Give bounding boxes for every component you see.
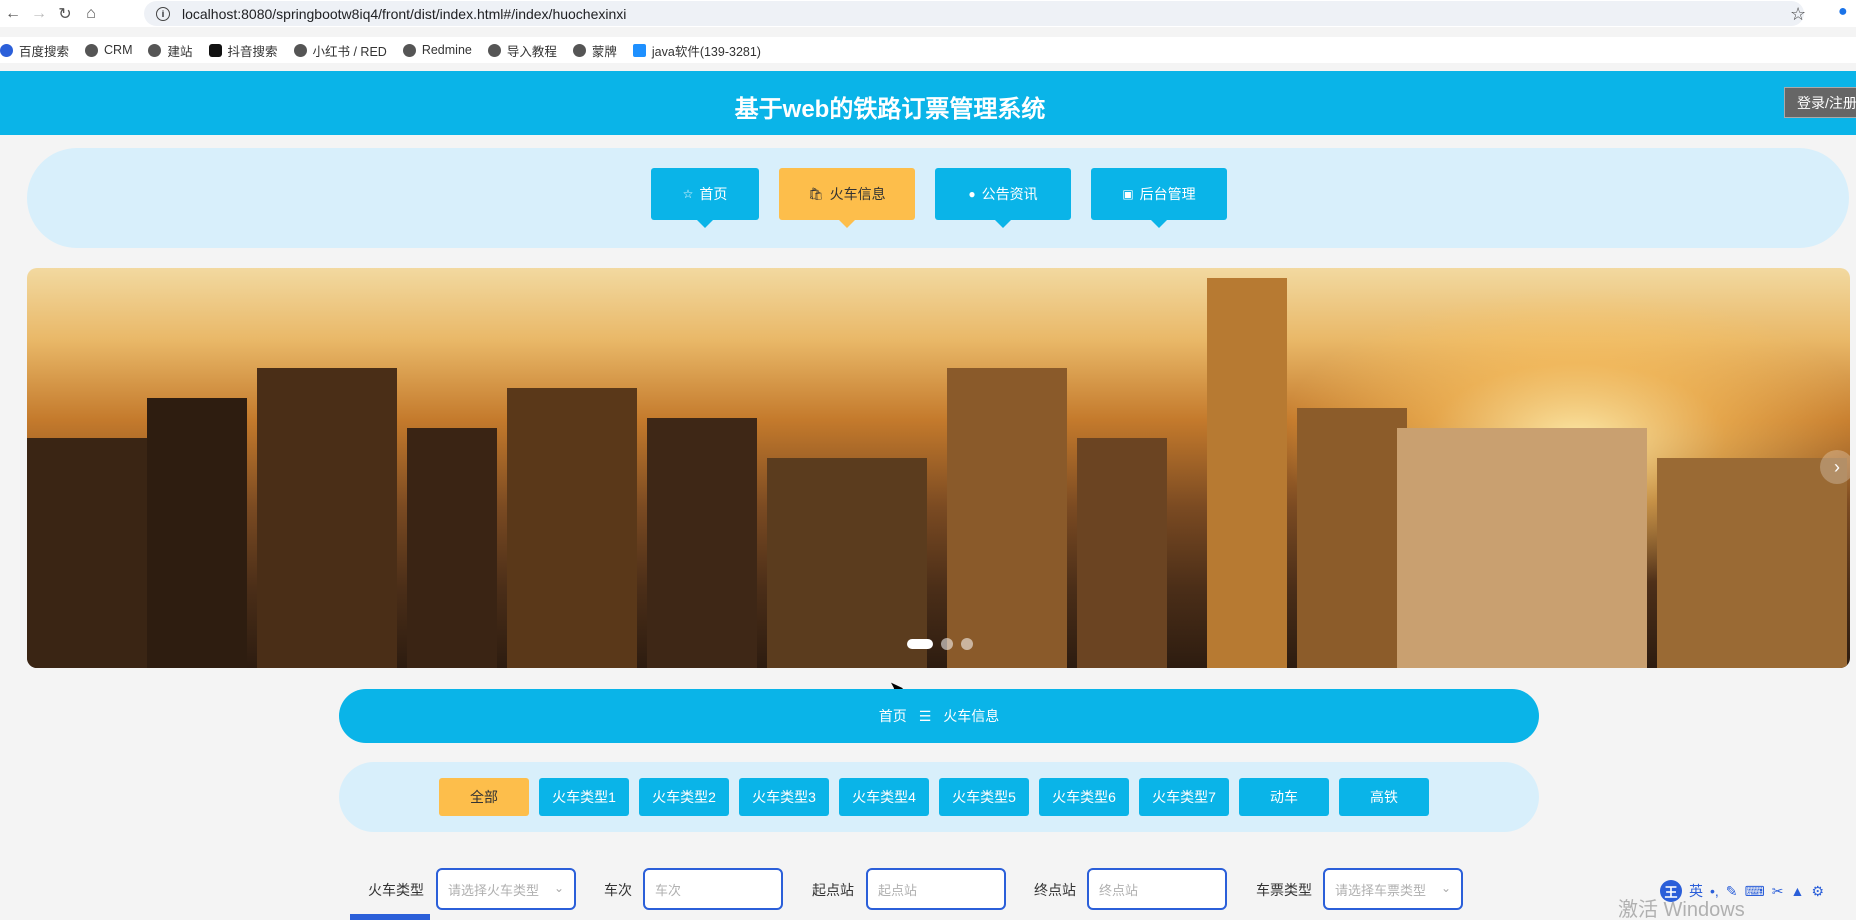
bag-icon: 🛍 — [808, 187, 824, 201]
train-type-select[interactable]: 请选择火车类型 ⌄ — [436, 868, 576, 910]
ime-logo-icon[interactable]: 王 — [1660, 880, 1682, 902]
bookmark-star-icon[interactable]: ☆ — [1790, 4, 1806, 25]
bookmark-redmine[interactable]: Redmine — [402, 43, 472, 57]
train-type-label: 火车类型 — [368, 882, 424, 898]
category-type3[interactable]: 火车类型3 — [739, 778, 829, 816]
category-high-speed[interactable]: 高铁 — [1339, 778, 1429, 816]
home-icon[interactable]: ⌂ — [78, 0, 104, 27]
globe-icon — [572, 43, 586, 57]
breadcrumb: 首页 ☰ 火车信息 — [339, 689, 1539, 743]
carousel-dot[interactable] — [961, 638, 973, 650]
category-type2[interactable]: 火车类型2 — [639, 778, 729, 816]
train-no-input[interactable]: 车次 — [643, 868, 783, 910]
login-register-button[interactable]: 登录/注册 — [1784, 87, 1856, 118]
bookmark-mengpai[interactable]: 蒙牌 — [572, 41, 617, 60]
ticket-type-select[interactable]: 请选择车票类型 ⌄ — [1323, 868, 1463, 910]
nav-announcements[interactable]: ● 公告资讯 — [935, 168, 1071, 228]
bookmark-xiaohongshu[interactable]: 小红书 / RED — [293, 41, 387, 60]
profile-icon[interactable]: ● — [1838, 3, 1856, 23]
category-type1[interactable]: 火车类型1 — [539, 778, 629, 816]
globe-icon — [293, 43, 307, 57]
site-info-icon[interactable]: i — [156, 6, 170, 21]
carousel-dot[interactable] — [907, 639, 933, 649]
end-station-label: 终点站 — [1034, 882, 1076, 898]
bookmark-baidu[interactable]: 百度搜索 — [0, 41, 69, 60]
chevron-down-icon: ⌄ — [1440, 881, 1451, 895]
bookmark-crm[interactable]: CRM — [85, 43, 132, 57]
bookmark-java[interactable]: java软件(139-3281) — [632, 41, 761, 60]
start-station-input[interactable]: 起点站 — [866, 868, 1006, 910]
globe-icon — [487, 43, 501, 57]
globe-icon — [402, 43, 416, 57]
paw-icon — [0, 43, 13, 57]
train-no-label: 车次 — [604, 882, 632, 898]
ime-settings-icon[interactable]: ⚙ — [1811, 883, 1824, 900]
bookmarks-bar: 百度搜索 CRM 建站 抖音搜索 小红书 / RED Redmine 导入教程 … — [0, 37, 1856, 63]
nav-admin[interactable]: ▣ 后台管理 — [1091, 168, 1227, 228]
bookmark-import-tutorial[interactable]: 导入教程 — [487, 41, 557, 60]
breadcrumb-home[interactable]: 首页 — [879, 706, 907, 726]
carousel-dot[interactable] — [941, 638, 953, 650]
start-station-label: 起点站 — [812, 882, 854, 898]
category-emu[interactable]: 动车 — [1239, 778, 1329, 816]
briefcase-icon: ▣ — [1122, 187, 1134, 201]
carousel-indicators — [907, 638, 973, 650]
star-icon: ☆ — [682, 187, 694, 201]
reload-icon[interactable]: ↻ — [52, 0, 78, 27]
category-type4[interactable]: 火车类型4 — [839, 778, 929, 816]
category-all[interactable]: 全部 — [439, 778, 529, 816]
category-type5[interactable]: 火车类型5 — [939, 778, 1029, 816]
bookmark-douyin[interactable]: 抖音搜索 — [208, 41, 278, 60]
back-icon[interactable]: ← — [0, 0, 26, 27]
ime-toolbar[interactable]: 王 英 •, ✎ ⌨ ✂ ▲ ⚙ — [1660, 880, 1824, 902]
ime-keyboard-icon[interactable]: ⌨ — [1745, 883, 1765, 900]
bookmark-jianzhan[interactable]: 建站 — [148, 41, 193, 60]
globe-icon — [85, 43, 99, 57]
tv-icon — [632, 43, 646, 57]
ime-pen-icon[interactable]: ✎ — [1726, 883, 1738, 900]
banner-carousel[interactable]: › — [27, 268, 1850, 668]
ime-language-toggle[interactable]: 英 — [1689, 881, 1703, 901]
site-header: 基于web的铁路订票管理系统 — [0, 71, 1856, 135]
nav-home[interactable]: ☆ 首页 — [651, 168, 759, 228]
browser-toolbar: ← → ↻ ⌂ i localhost:8080/springbootw8iq4… — [0, 0, 1856, 27]
ime-punctuation-icon[interactable]: •, — [1710, 883, 1719, 899]
page-title: 基于web的铁路订票管理系统 — [734, 96, 1046, 123]
end-station-input[interactable]: 终点站 — [1087, 868, 1227, 910]
category-type7[interactable]: 火车类型7 — [1139, 778, 1229, 816]
ime-skin-icon[interactable]: ▲ — [1790, 883, 1804, 899]
info-icon: ● — [968, 187, 976, 201]
search-button[interactable] — [350, 914, 430, 920]
category-type6[interactable]: 火车类型6 — [1039, 778, 1129, 816]
chevron-down-icon: ⌄ — [553, 881, 564, 895]
ime-scissors-icon[interactable]: ✂ — [1772, 883, 1784, 900]
tiktok-icon — [208, 43, 222, 57]
breadcrumb-current: 火车信息 — [943, 708, 1000, 724]
carousel-next-icon[interactable]: › — [1820, 450, 1850, 484]
url-text: localhost:8080/springbootw8iq4/front/dis… — [182, 5, 627, 22]
address-bar[interactable]: i localhost:8080/springbootw8iq4/front/d… — [144, 1, 1804, 26]
nav-train-info[interactable]: 🛍 火车信息 — [779, 168, 915, 228]
breadcrumb-separator-icon: ☰ — [918, 707, 932, 724]
ticket-type-label: 车票类型 — [1256, 882, 1312, 898]
globe-icon — [148, 43, 162, 57]
forward-icon[interactable]: → — [26, 0, 52, 27]
